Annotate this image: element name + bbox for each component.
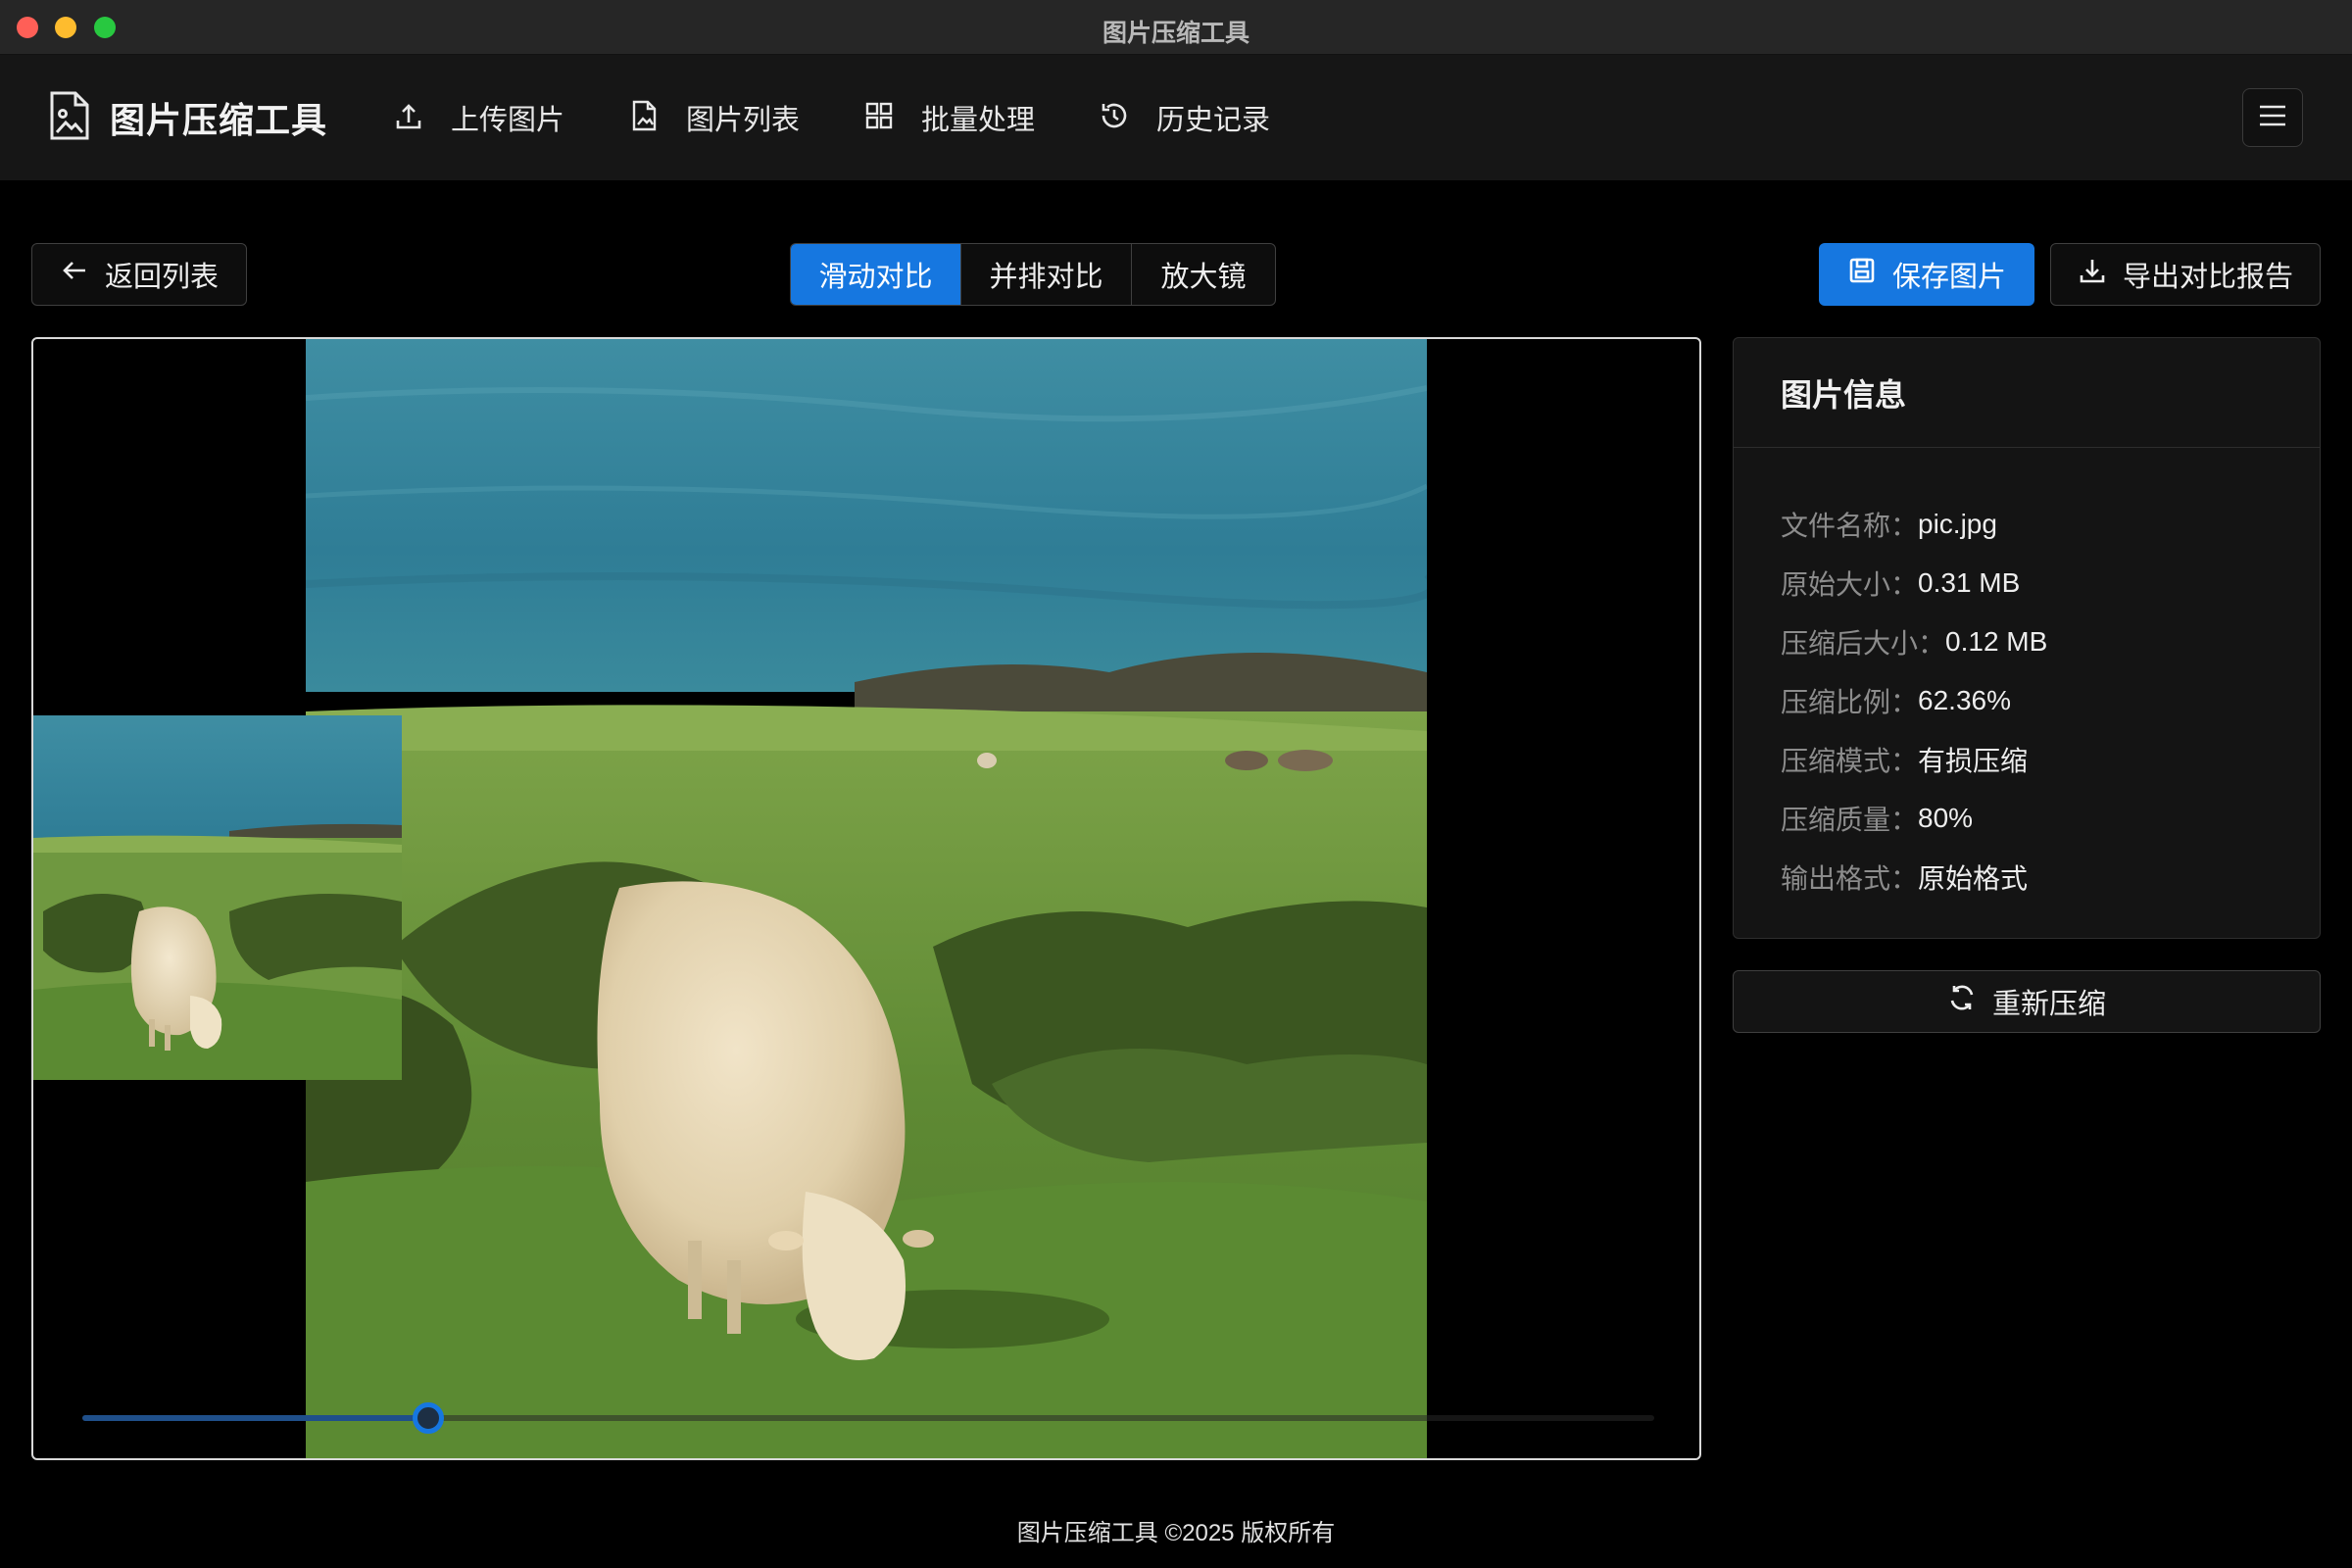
info-row-compressed-size: 压缩后大小： 0.12 MB	[1781, 612, 2320, 671]
file-image-icon	[49, 90, 90, 146]
info-row-filename: 文件名称： pic.jpg	[1781, 495, 2320, 554]
info-row-ratio: 压缩比例： 62.36%	[1781, 671, 2320, 730]
export-label: 导出对比报告	[2122, 262, 2293, 293]
info-label: 压缩模式：	[1781, 746, 1919, 776]
image-info-card: 图片信息 文件名称： pic.jpg 原始大小： 0.31 MB 压缩后大小： …	[1733, 337, 2321, 939]
title-bar: 图片压缩工具	[0, 0, 2352, 55]
footer-copyright: 图片压缩工具 ©2025 版权所有	[1016, 1520, 1336, 1546]
tab-magnifier[interactable]: 放大镜	[1132, 244, 1275, 305]
window-title: 图片压缩工具	[1102, 20, 1250, 47]
main-nav: 上传图片 图片列表 批量处理 历史记录	[392, 90, 1333, 145]
save-icon	[1847, 256, 1892, 293]
info-label: 原始大小：	[1781, 569, 1919, 600]
info-value: pic.jpg	[1918, 509, 1997, 539]
info-label: 文件名称：	[1781, 511, 1919, 541]
brand[interactable]: 图片压缩工具	[49, 90, 327, 145]
save-image-button[interactable]: 保存图片	[1819, 243, 2034, 306]
compare-slider-fill	[82, 1415, 428, 1421]
back-to-list-button[interactable]: 返回列表	[31, 243, 247, 306]
compare-slider-handle[interactable]	[412, 1402, 444, 1434]
compare-viewer[interactable]	[31, 337, 1701, 1460]
info-title: 图片信息	[1734, 338, 2320, 448]
nav-upload[interactable]: 上传图片	[392, 97, 564, 138]
nav-label: 图片列表	[686, 105, 801, 136]
menu-button[interactable]	[2242, 88, 2303, 147]
app-window: 图片压缩工具 图片压缩工具 上传图片 图片列表 批量处理 历史记录 返回列表 滑…	[0, 0, 2352, 1568]
recompress-button[interactable]: 重新压缩	[1733, 970, 2321, 1033]
info-value: 62.36%	[1918, 685, 2011, 715]
tab-side-by-side[interactable]: 并排对比	[961, 244, 1132, 305]
compare-slider-track[interactable]	[82, 1402, 1654, 1434]
info-label: 压缩后大小：	[1781, 628, 1946, 659]
info-row-original-size: 原始大小： 0.31 MB	[1781, 554, 2320, 612]
history-icon	[1098, 99, 1131, 137]
compressed-image	[306, 339, 1427, 1458]
nav-batch[interactable]: 批量处理	[862, 97, 1035, 138]
info-label: 压缩质量：	[1781, 805, 1919, 835]
info-list: 文件名称： pic.jpg 原始大小： 0.31 MB 压缩后大小： 0.12 …	[1734, 448, 2320, 906]
original-image	[33, 715, 402, 1080]
info-row-mode: 压缩模式： 有损压缩	[1781, 730, 2320, 789]
nav-history[interactable]: 历史记录	[1098, 97, 1270, 138]
nav-label: 批量处理	[921, 105, 1036, 136]
save-label: 保存图片	[1891, 262, 2006, 293]
download-icon	[2078, 256, 2123, 293]
info-value: 80%	[1918, 803, 1974, 833]
arrow-left-icon	[60, 256, 105, 293]
export-report-button[interactable]: 导出对比报告	[2050, 243, 2321, 306]
grid-icon	[862, 99, 896, 137]
info-value: 0.12 MB	[1945, 626, 2048, 657]
info-label: 输出格式：	[1781, 863, 1919, 894]
nav-label: 上传图片	[451, 105, 565, 136]
info-label: 压缩比例：	[1781, 687, 1919, 717]
file-image-icon	[627, 99, 661, 137]
hamburger-menu-icon	[2258, 103, 2287, 133]
app-header: 图片压缩工具 上传图片 图片列表 批量处理 历史记录	[0, 55, 2352, 180]
tab-slide-compare[interactable]: 滑动对比	[791, 244, 961, 305]
info-row-quality: 压缩质量： 80%	[1781, 789, 2320, 848]
nav-image-list[interactable]: 图片列表	[627, 97, 800, 138]
upload-icon	[392, 99, 425, 137]
info-value: 有损压缩	[1918, 746, 2029, 776]
compare-mode-tabs: 滑动对比 并排对比 放大镜	[790, 243, 1276, 306]
info-value: 原始格式	[1918, 863, 2029, 894]
info-value: 0.31 MB	[1918, 567, 2021, 598]
refresh-icon	[1947, 983, 1992, 1020]
nav-label: 历史记录	[1156, 105, 1271, 136]
brand-title: 图片压缩工具	[110, 100, 328, 140]
back-label: 返回列表	[104, 262, 219, 293]
info-row-format: 输出格式： 原始格式	[1781, 848, 2320, 906]
recompress-label: 重新压缩	[1991, 989, 2106, 1020]
